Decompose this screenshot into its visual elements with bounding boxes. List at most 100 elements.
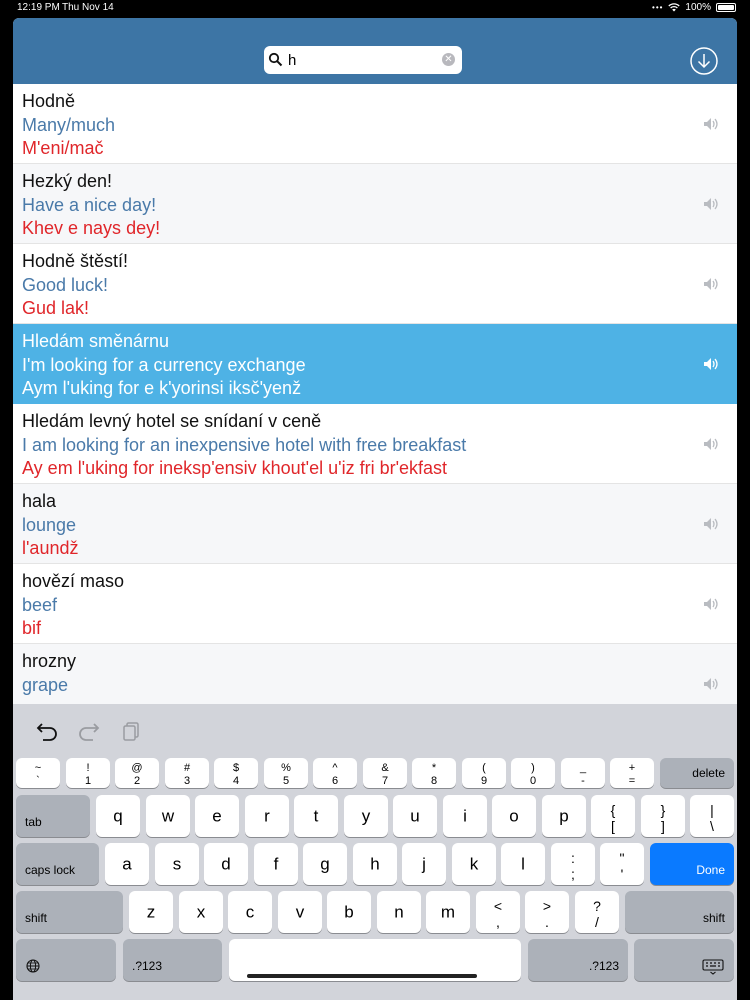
key-shift-label: + [628, 762, 636, 774]
key-backslash[interactable]: | \ [690, 795, 734, 837]
key-equals[interactable]: + = [610, 758, 654, 788]
speaker-icon[interactable] [703, 117, 719, 131]
key-f[interactable]: f [254, 843, 298, 885]
key-label: d [221, 854, 231, 874]
key-o[interactable]: o [492, 795, 536, 837]
key-4[interactable]: $4 [214, 758, 258, 788]
key-e[interactable]: e [195, 795, 239, 837]
speaker-icon[interactable] [703, 197, 719, 211]
key-x[interactable]: x [179, 891, 223, 933]
list-item[interactable]: hovězí maso beef bif [13, 564, 737, 644]
paste-icon[interactable] [121, 720, 145, 742]
phrase-word: hala [22, 491, 57, 511]
key-quote[interactable]: " ' [600, 843, 644, 885]
hide-keyboard-key[interactable] [634, 939, 734, 981]
key-shift-label: ! [86, 762, 90, 774]
key-g[interactable]: g [303, 843, 347, 885]
key-minus[interactable]: _ - [561, 758, 605, 788]
key-d[interactable]: d [204, 843, 248, 885]
delete-key[interactable]: delete [660, 758, 734, 788]
key-label: 3 [183, 775, 191, 787]
key-3[interactable]: #3 [165, 758, 209, 788]
key-semicolon[interactable]: :; [551, 843, 595, 885]
key-7[interactable]: & 7 [363, 758, 407, 788]
key-2[interactable]: @2 [115, 758, 159, 788]
key-0[interactable]: ) 0 [511, 758, 555, 788]
key-k[interactable]: k [452, 843, 496, 885]
key-shift-label: ( [482, 762, 486, 774]
caps-lock-key[interactable]: caps lock [16, 843, 99, 885]
key-l[interactable]: l [501, 843, 545, 885]
key-slash[interactable]: ? / [575, 891, 619, 933]
key-label: / [595, 914, 599, 930]
list-item[interactable]: hala lounge l'aundž [13, 484, 737, 564]
key-a[interactable]: a [105, 843, 149, 885]
shift-left-key[interactable]: shift [16, 891, 123, 933]
key-bracket-right[interactable]: }] [641, 795, 685, 837]
globe-icon [26, 959, 40, 973]
key-t[interactable]: t [294, 795, 338, 837]
speaker-icon[interactable] [703, 437, 719, 451]
list-item[interactable]: Hodně Many/much M'eni/mač [13, 84, 737, 164]
phrase-word: Hodně [22, 91, 76, 111]
home-indicator[interactable] [247, 974, 477, 978]
key-v[interactable]: v [278, 891, 322, 933]
key-b[interactable]: b [327, 891, 371, 933]
search-input[interactable] [288, 50, 438, 70]
list-item[interactable]: Hezký den! Have a nice day! Khev e nays … [13, 164, 737, 244]
key-period[interactable]: >. [525, 891, 569, 933]
speaker-icon[interactable] [703, 357, 719, 371]
globe-key[interactable] [16, 939, 116, 981]
speaker-icon[interactable] [703, 517, 719, 531]
key-shift-label: & [381, 762, 389, 774]
redo-icon[interactable] [77, 720, 101, 742]
key-c[interactable]: c [228, 891, 272, 933]
key-label: , [496, 914, 500, 930]
speaker-icon[interactable] [703, 277, 719, 291]
done-key[interactable]: Done [650, 843, 734, 885]
key-i[interactable]: i [443, 795, 487, 837]
key-w[interactable]: w [146, 795, 190, 837]
key-m[interactable]: m [426, 891, 470, 933]
key-n[interactable]: n [377, 891, 421, 933]
key-y[interactable]: y [344, 795, 388, 837]
speaker-icon[interactable] [703, 597, 719, 611]
key-z[interactable]: z [129, 891, 173, 933]
key-r[interactable]: r [245, 795, 289, 837]
list-item-selected[interactable]: Hledám směnárnu I'm looking for a curren… [13, 324, 737, 404]
clear-icon[interactable]: ✕ [442, 53, 455, 66]
key-label: .?123 [588, 959, 619, 973]
key-1[interactable]: ! 1 [66, 758, 110, 788]
list-item[interactable]: hrozny grape grayp [13, 644, 737, 708]
key-backtick[interactable]: ~ ` [16, 758, 60, 788]
key-u[interactable]: u [393, 795, 437, 837]
key-6[interactable]: ^ 6 [313, 758, 357, 788]
search-bar[interactable]: ✕ [264, 46, 462, 74]
list-item[interactable]: Hodně štěstí! Good luck! Gud lak! [13, 244, 737, 324]
key-j[interactable]: j [402, 843, 446, 885]
list-item[interactable]: Hledám levný hotel se snídaní v ceně I a… [13, 404, 737, 484]
key-5[interactable]: % 5 [264, 758, 308, 788]
numbers-key-left[interactable]: .?123 [123, 939, 222, 981]
key-p[interactable]: p [542, 795, 586, 837]
speaker-icon[interactable] [703, 677, 719, 691]
numbers-key-right[interactable]: .?123 [528, 939, 628, 981]
undo-icon[interactable] [35, 720, 59, 742]
key-q[interactable]: q [96, 795, 140, 837]
download-icon[interactable] [689, 46, 719, 76]
key-9[interactable]: (9 [462, 758, 506, 788]
key-comma[interactable]: <, [476, 891, 520, 933]
battery-icon [716, 3, 736, 12]
key-label: 1 [84, 775, 92, 787]
key-h[interactable]: h [353, 843, 397, 885]
key-label: o [509, 806, 519, 826]
key-bracket-left[interactable]: {[ [591, 795, 635, 837]
shift-right-key[interactable]: shift [625, 891, 734, 933]
key-label: p [559, 806, 569, 826]
key-shift-label: : [571, 850, 575, 866]
key-8[interactable]: * 8 [412, 758, 456, 788]
key-s[interactable]: s [155, 843, 199, 885]
key-label: e [212, 806, 222, 826]
key-label: delete [692, 766, 725, 780]
tab-key[interactable]: tab [16, 795, 90, 837]
